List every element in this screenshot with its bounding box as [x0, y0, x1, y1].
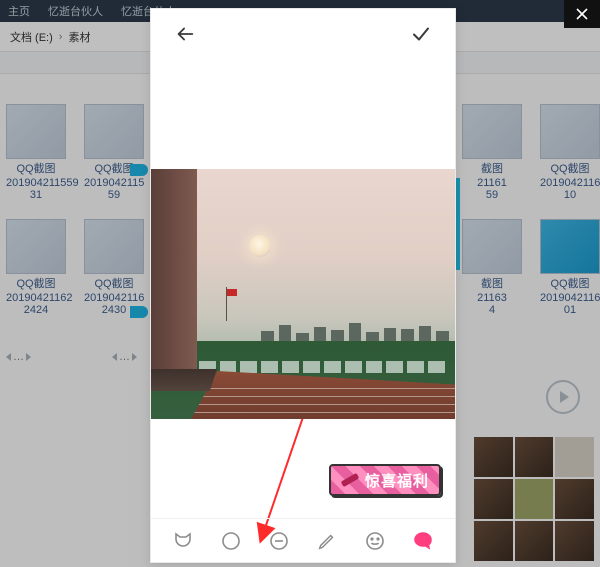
tool-circle-button[interactable] [214, 524, 248, 558]
speech-bubble-icon [411, 529, 435, 553]
tool-cat-button[interactable] [166, 524, 200, 558]
editor-header [151, 9, 455, 59]
editor-canvas[interactable] [151, 169, 455, 419]
flag-icon [223, 287, 227, 321]
arrow-left-icon [174, 23, 196, 45]
tool-bubble-button[interactable] [406, 524, 440, 558]
back-button[interactable] [171, 20, 199, 48]
circle-icon [219, 529, 243, 553]
clock-minus-icon [267, 529, 291, 553]
pen-icon [316, 530, 338, 552]
editor-bottom-area: 惊喜福利 [151, 419, 455, 562]
confirm-button[interactable] [407, 20, 435, 48]
close-button[interactable] [564, 0, 600, 28]
tool-pen-button[interactable] [310, 524, 344, 558]
close-icon [575, 7, 589, 21]
smile-icon [363, 529, 387, 553]
cat-icon [171, 529, 195, 553]
sun-icon [249, 235, 271, 257]
promo-text: 惊喜福利 [365, 470, 429, 491]
photo-editor-panel: 惊喜福利 [150, 8, 456, 563]
tool-time-button[interactable] [262, 524, 296, 558]
editor-toolbar [151, 518, 455, 562]
editor-canvas-top-margin [151, 59, 455, 169]
tool-face-button[interactable] [358, 524, 392, 558]
check-icon [409, 22, 433, 46]
lipstick-icon [341, 473, 360, 487]
city-skyline [261, 317, 449, 341]
promo-badge[interactable]: 惊喜福利 [329, 464, 441, 496]
